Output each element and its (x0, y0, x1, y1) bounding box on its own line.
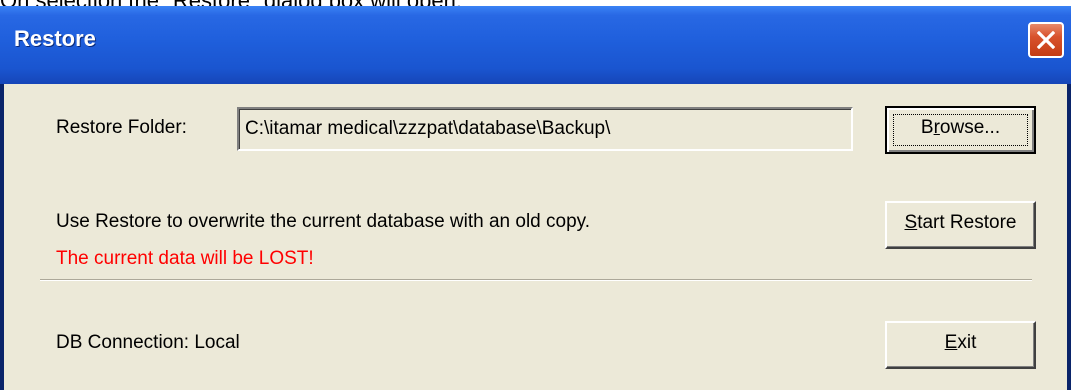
restore-dialog: Restore Restore Folder: C:\itamar medica… (0, 6, 1071, 390)
info-text: Use Restore to overwrite the current dat… (56, 211, 591, 232)
browse-button[interactable]: Browse... (885, 106, 1036, 154)
start-restore-button[interactable]: Start Restore (885, 201, 1036, 249)
separator-line (40, 279, 1032, 281)
exit-button[interactable]: Exit (885, 321, 1036, 369)
restore-folder-label: Restore Folder: (56, 117, 187, 138)
dialog-body: Restore Folder: C:\itamar medical\zzzpat… (4, 84, 1067, 390)
title-bar[interactable]: Restore (0, 6, 1071, 84)
close-button[interactable] (1028, 22, 1064, 58)
dialog-title: Restore (14, 26, 96, 51)
db-connection-text: DB Connection: Local (56, 332, 240, 353)
restore-folder-field: C:\itamar medical\zzzpat\database\Backup… (237, 107, 853, 151)
close-x-icon (1037, 31, 1055, 49)
warning-text: The current data will be LOST! (56, 248, 314, 269)
restore-folder-value: C:\itamar medical\zzzpat\database\Backup… (245, 118, 611, 139)
